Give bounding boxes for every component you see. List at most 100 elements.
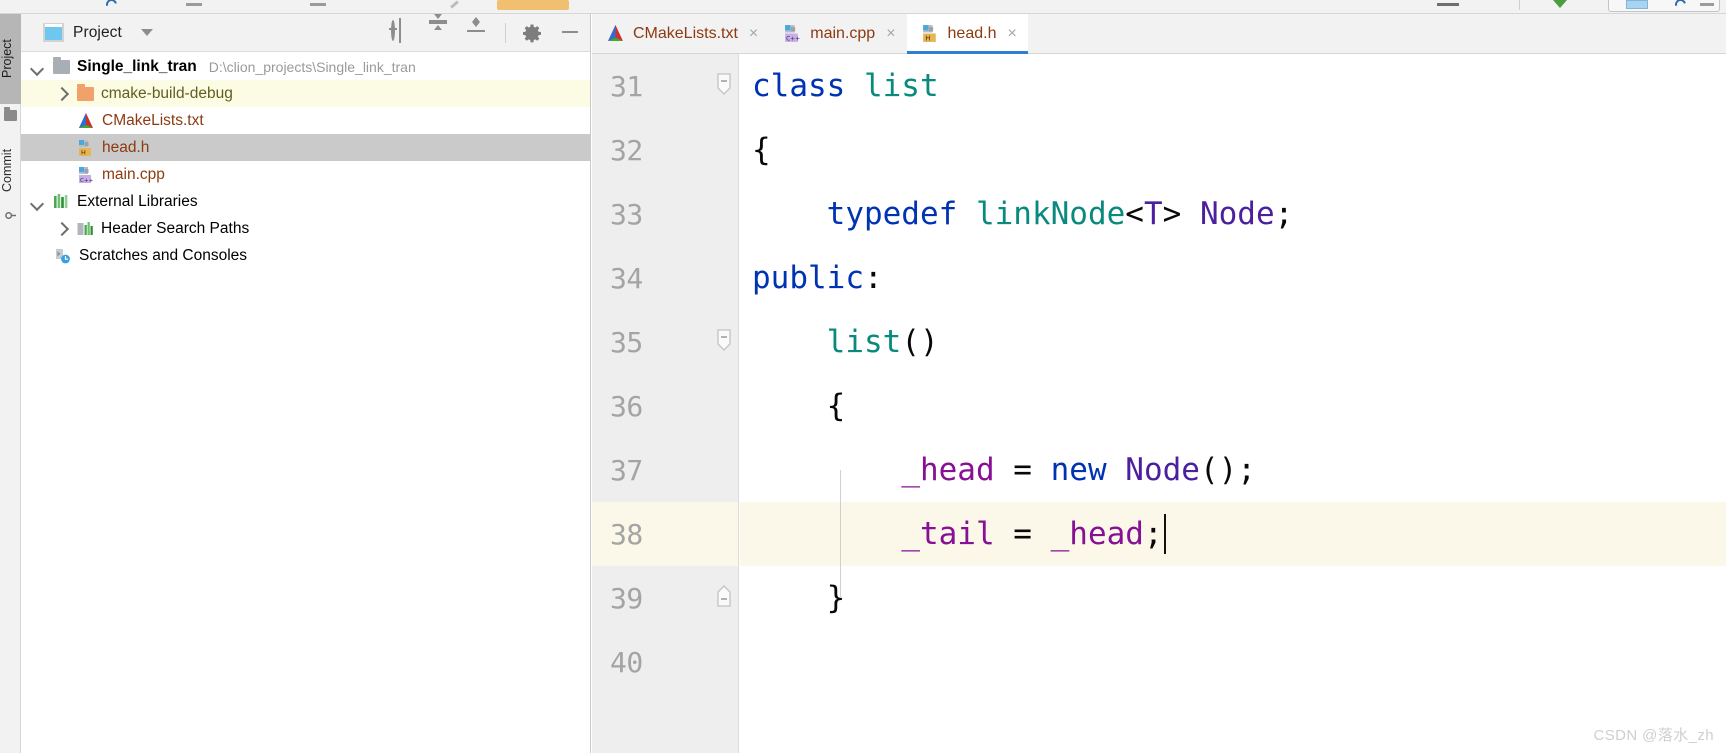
chevron-collapsed-icon[interactable] — [55, 222, 68, 235]
gutter-line: 32 — [592, 118, 738, 182]
tree-row-cmakelists[interactable]: CMakeLists.txt — [21, 107, 590, 134]
target-icon — [391, 20, 395, 41]
tree-row-head-h[interactable]: H head.h — [21, 134, 590, 161]
editor-tab-head-h[interactable]: H head.h × — [906, 14, 1029, 54]
expand-all-button[interactable] — [429, 14, 451, 44]
tree-row-cmake-build-debug[interactable]: cmake-build-debug — [21, 80, 590, 107]
select-opened-file-button[interactable] — [391, 20, 413, 44]
code-lines[interactable]: class list { typedef linkNode < T > Node; p… — [740, 54, 1726, 753]
folder-grey-icon — [53, 56, 70, 74]
download-arrow-icon[interactable] — [1553, 0, 1567, 8]
line-number: 33 — [610, 197, 643, 231]
tree-label: Header Search Paths — [101, 219, 250, 237]
gutter-line: 37 — [592, 438, 738, 502]
code-token: T — [1143, 196, 1163, 232]
run-config-chip[interactable] — [497, 0, 569, 10]
editor-tab-label: head.h — [947, 24, 997, 42]
undo-icon[interactable] — [103, 0, 120, 13]
collapse-all-button[interactable] — [467, 17, 489, 44]
gutter-line-current: 38 — [592, 502, 738, 566]
sidebar-item-project[interactable]: Project — [0, 14, 21, 104]
code-token: _head — [1050, 516, 1144, 552]
project-panel-title: Project — [73, 23, 122, 41]
fold-collapse-icon[interactable] — [713, 329, 735, 355]
toolbar-mark-3[interactable] — [450, 0, 459, 9]
tree-label: cmake-build-debug — [101, 84, 233, 102]
code-line-38[interactable]: _tail = _head; — [740, 502, 1726, 566]
tree-row-single-link-tran[interactable]: Single_link_tran D:\clion_projects\Singl… — [21, 53, 590, 80]
search-everywhere-box[interactable] — [1608, 0, 1720, 12]
editor-tab-label: main.cpp — [810, 24, 876, 42]
tree-row-scratches-consoles[interactable]: Scratches and Consoles — [21, 242, 590, 269]
code-line-32[interactable]: { — [740, 118, 1726, 182]
chevron-expanded-icon[interactable] — [31, 195, 44, 208]
svg-text:H: H — [81, 148, 86, 156]
tree-label: External Libraries — [77, 192, 198, 210]
header-search-paths-icon — [77, 222, 93, 235]
svg-text:C++: C++ — [786, 37, 800, 43]
sidebar-item-commit[interactable]: Commit — [0, 126, 21, 214]
close-icon[interactable]: × — [749, 25, 758, 42]
gutter-line: 36 — [592, 374, 738, 438]
code-line-34[interactable]: public: — [740, 246, 1726, 310]
scratches-icon — [56, 248, 70, 263]
code-line-35[interactable]: list() — [740, 310, 1726, 374]
left-tool-strip: Project Commit — [0, 14, 21, 753]
indent-guide — [840, 470, 841, 598]
tree-row-external-libraries[interactable]: External Libraries — [21, 188, 590, 215]
settings-button[interactable] — [522, 22, 544, 44]
hide-panel-button[interactable] — [560, 22, 582, 44]
toolbar-mark-1[interactable] — [186, 3, 202, 6]
code-token: () — [901, 324, 939, 360]
line-number: 38 — [610, 517, 643, 551]
code-line-39[interactable]: } — [740, 566, 1726, 630]
code-editor[interactable]: 31 32 33 34 35 36 37 38 39 40 class list… — [592, 54, 1726, 753]
close-icon[interactable]: × — [1007, 25, 1016, 42]
code-token: < — [1125, 196, 1144, 232]
tree-label: Single_link_tran — [77, 57, 197, 75]
folder-orange-icon — [77, 83, 94, 101]
code-line-33[interactable]: typedef linkNode < T > Node; — [740, 182, 1726, 246]
toolbar-mark-4[interactable] — [1437, 3, 1459, 6]
line-number: 40 — [610, 645, 643, 679]
toolbar-mark-5[interactable] — [1700, 3, 1714, 6]
toolbar-divider — [505, 23, 506, 43]
csdn-watermark: CSDN @落水_zh — [1593, 727, 1714, 744]
code-token: } — [752, 580, 846, 616]
code-token: = — [994, 516, 1051, 552]
tree-row-header-search-paths[interactable]: Header Search Paths — [21, 215, 590, 242]
close-icon[interactable]: × — [886, 25, 895, 42]
fold-collapse-icon[interactable] — [713, 73, 735, 99]
code-token: { — [752, 132, 771, 168]
tree-row-main-cpp[interactable]: C++ main.cpp — [21, 161, 590, 188]
svg-text:H: H — [925, 34, 930, 42]
editor-tab-main-cpp[interactable]: C++ main.cpp × — [769, 14, 906, 53]
chevron-expanded-icon[interactable] — [31, 60, 44, 73]
cpp-file-icon: C++ — [79, 166, 94, 183]
code-line-37[interactable]: _head = new Node (); — [740, 438, 1726, 502]
code-line-40[interactable] — [740, 630, 1726, 694]
code-line-36[interactable]: { — [740, 374, 1726, 438]
blue-chip-icon — [1626, 0, 1648, 9]
cpp-file-icon: C++ — [785, 25, 801, 43]
gutter-line: 35 — [592, 310, 738, 374]
gutter-line: 31 — [592, 54, 738, 118]
gutter-line: 39 — [592, 566, 738, 630]
code-token: typedef — [826, 196, 976, 232]
editor-gutter[interactable]: 31 32 33 34 35 36 37 38 39 40 — [592, 54, 739, 753]
code-line-31[interactable]: class list — [740, 54, 1726, 118]
chevron-collapsed-icon[interactable] — [55, 87, 68, 100]
toolbar-separator — [1519, 0, 1520, 10]
editor-tab-bar: CMakeLists.txt × C++ main.cpp × H head.h… — [592, 14, 1726, 54]
editor-tab-cmakelists[interactable]: CMakeLists.txt × — [592, 14, 769, 53]
chevron-down-icon[interactable] — [140, 29, 153, 36]
tree-label: main.cpp — [102, 165, 165, 183]
code-token: linkNode — [975, 196, 1126, 232]
toolbar-mark-2[interactable] — [310, 3, 326, 6]
code-token: public — [752, 260, 864, 296]
editor-area: CMakeLists.txt × C++ main.cpp × H head.h… — [592, 14, 1726, 753]
fold-expand-icon[interactable] — [713, 585, 735, 611]
gutter-line: 34 — [592, 246, 738, 310]
